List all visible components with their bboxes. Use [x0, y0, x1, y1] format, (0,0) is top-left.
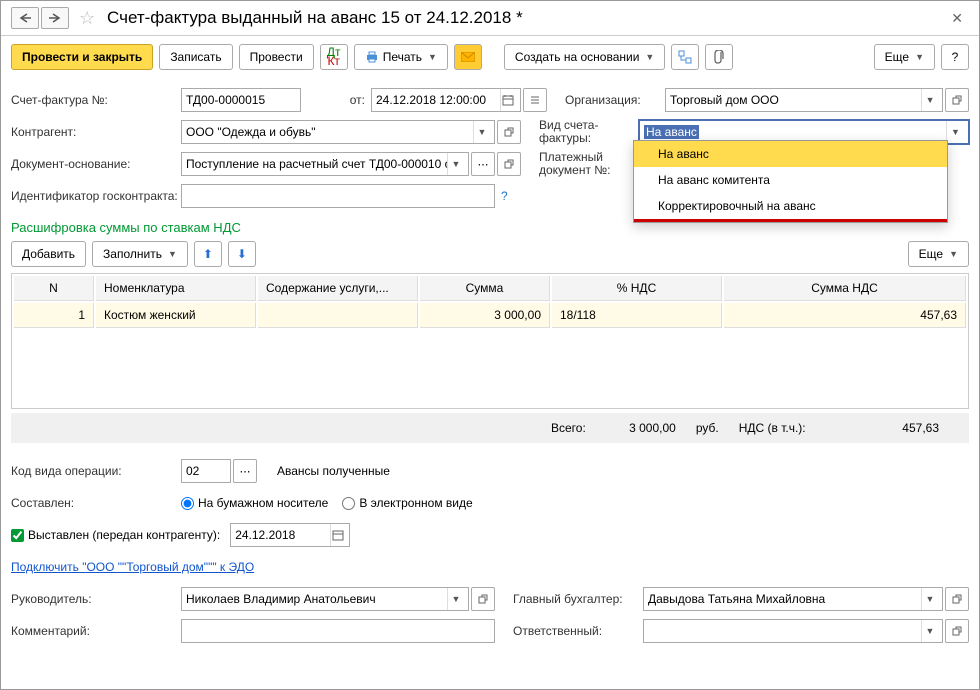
dropdown-item-advance-commissioner[interactable]: На аванс комитента [634, 167, 947, 193]
issued-checkbox[interactable]: Выставлен (передан контрагенту): [11, 528, 220, 542]
vat-table: N Номенклатура Содержание услуги,... Сум… [11, 273, 969, 409]
gov-id-input[interactable] [181, 184, 495, 208]
calendar-icon[interactable] [500, 89, 516, 111]
op-code-label: Код вида операции: [11, 464, 181, 478]
add-button[interactable]: Добавить [11, 241, 86, 267]
issued-date-input[interactable] [230, 523, 350, 547]
fill-button[interactable]: Заполнить▼ [92, 241, 188, 267]
forward-button[interactable] [41, 7, 69, 29]
col-vat-pct[interactable]: % НДС [552, 276, 722, 301]
type-label: Вид счета-фактуры: [539, 119, 639, 145]
col-sum[interactable]: Сумма [420, 276, 550, 301]
structure-button[interactable] [671, 44, 699, 70]
gov-id-label: Идентификатор госконтракта: [11, 190, 181, 203]
attach-button[interactable] [705, 44, 733, 70]
composed-label: Составлен: [11, 496, 181, 510]
responsible-input[interactable]: ▼ [643, 619, 943, 643]
number-input[interactable] [181, 88, 301, 112]
open-responsible-button[interactable] [945, 619, 969, 643]
type-dropdown[interactable]: На аванс На аванс комитента Корректирово… [633, 140, 948, 223]
chevron-down-icon[interactable]: ▼ [447, 588, 464, 610]
dropdown-item-correction-advance[interactable]: Корректировочный на аванс [634, 193, 947, 219]
op-code-select-button[interactable]: ⋯ [233, 459, 257, 483]
chevron-down-icon[interactable]: ▼ [921, 588, 938, 610]
print-button[interactable]: Печать▼ [354, 44, 448, 70]
post-button[interactable]: Провести [239, 44, 314, 70]
edo-link[interactable]: Подключить "ООО ""Торговый дом""" к ЭДО [11, 560, 254, 574]
move-up-button[interactable]: ⬆ [194, 241, 222, 267]
chevron-down-icon[interactable]: ▼ [473, 121, 490, 143]
help-button[interactable]: ? [941, 44, 969, 70]
calendar-icon[interactable] [330, 524, 346, 546]
col-content[interactable]: Содержание услуги,... [258, 276, 418, 301]
chevron-down-icon[interactable]: ▼ [447, 153, 464, 175]
chevron-down-icon[interactable]: ▼ [946, 121, 964, 143]
col-vat-sum[interactable]: Сумма НДС [724, 276, 966, 301]
red-underline [634, 219, 947, 222]
create-based-button[interactable]: Создать на основании▼ [504, 44, 665, 70]
dtkt-button[interactable]: ДтКт [320, 44, 348, 70]
help-icon[interactable]: ? [501, 189, 508, 203]
chevron-down-icon[interactable]: ▼ [921, 620, 938, 642]
col-n[interactable]: N [14, 276, 94, 301]
op-code-input[interactable] [181, 459, 231, 483]
open-basis-button[interactable] [497, 152, 521, 176]
op-code-desc: Авансы полученные [277, 464, 390, 478]
write-button[interactable]: Записать [159, 44, 232, 70]
clip-icon [713, 50, 725, 64]
radio-paper[interactable]: На бумажном носителе [181, 496, 328, 510]
dropdown-item-advance[interactable]: На аванс [634, 141, 947, 167]
accountant-input[interactable]: ▼ [643, 587, 943, 611]
dots-button[interactable]: ⋯ [471, 152, 495, 176]
open-org-button[interactable] [945, 88, 969, 112]
responsible-label: Ответственный: [513, 624, 643, 638]
open-accountant-button[interactable] [945, 587, 969, 611]
table-more-button[interactable]: Еще▼ [908, 241, 969, 267]
printer-icon [365, 51, 379, 63]
contragent-label: Контрагент: [11, 125, 181, 139]
number-label: Счет-фактура №: [11, 93, 181, 107]
open-contragent-button[interactable] [497, 120, 521, 144]
favorite-icon[interactable]: ☆ [79, 8, 99, 28]
move-down-button[interactable]: ⬇ [228, 241, 256, 267]
open-head-button[interactable] [471, 587, 495, 611]
col-nomen[interactable]: Номенклатура [96, 276, 256, 301]
accountant-label: Главный бухгалтер: [513, 592, 643, 606]
head-input[interactable]: ▼ [181, 587, 469, 611]
comment-label: Комментарий: [11, 624, 181, 638]
chevron-down-icon[interactable]: ▼ [921, 89, 938, 111]
email-button[interactable] [454, 44, 482, 70]
structure-icon [678, 50, 692, 64]
basis-label: Документ-основание: [11, 157, 181, 171]
contragent-input[interactable]: ▼ [181, 120, 495, 144]
basis-input[interactable]: ▼ [181, 152, 469, 176]
from-label: от: [301, 93, 371, 107]
window-title: Счет-фактура выданный на аванс 15 от 24.… [107, 8, 523, 28]
comment-input[interactable] [181, 619, 495, 643]
series-button[interactable] [523, 88, 547, 112]
post-close-button[interactable]: Провести и закрыть [11, 44, 153, 70]
org-input[interactable]: ▼ [665, 88, 943, 112]
date-input[interactable] [371, 88, 521, 112]
totals-bar: Всего: 3 000,00 руб. НДС (в т.ч.): 457,6… [11, 413, 969, 443]
envelope-icon [461, 52, 475, 62]
org-label: Организация: [565, 93, 665, 107]
table-row[interactable]: 1 Костюм женский 3 000,00 18/118 457,63 [14, 303, 966, 328]
head-label: Руководитель: [11, 592, 181, 606]
radio-electronic[interactable]: В электронном виде [342, 496, 472, 510]
paydoc-label: Платежный документ №: [539, 151, 639, 177]
close-icon[interactable]: ✕ [945, 10, 969, 27]
more-button[interactable]: Еще▼ [874, 44, 935, 70]
back-button[interactable] [11, 7, 39, 29]
